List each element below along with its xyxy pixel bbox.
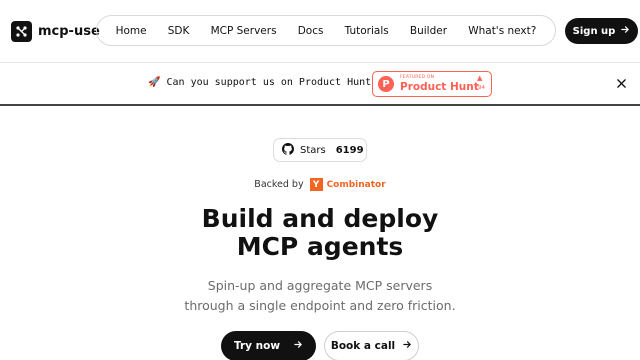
upvote-triangle-icon: ▲ <box>477 74 483 82</box>
badge-product-hunt-name: Product Hunt <box>400 80 479 93</box>
stars-count: 6199 <box>335 144 364 156</box>
arrow-right-icon <box>403 340 412 352</box>
main-nav: Home SDK MCP Servers Docs Tutorials Buil… <box>96 15 556 46</box>
stars-label: Stars <box>300 144 326 156</box>
nav-item-whats-next[interactable]: What's next? <box>468 25 536 37</box>
nav-item-mcp-servers[interactable]: MCP Servers <box>211 25 277 37</box>
hero-subtitle-line-1: Spin-up and aggregate MCP servers <box>207 278 433 293</box>
sign-up-label: Sign up <box>572 25 616 37</box>
arrow-right-icon <box>294 340 303 352</box>
hero-title-line-2: MCP agents <box>236 232 404 261</box>
upvote-count: 294 <box>474 85 486 91</box>
nav-item-home[interactable]: Home <box>116 25 147 37</box>
banner-message: 🚀 Can you support us on Product Hunt? <box>148 77 377 88</box>
product-hunt-badge[interactable]: P FEATURED ON Product Hunt ▲ 294 <box>372 71 492 97</box>
site-header: mcp-use Home SDK MCP Servers Docs Tutori… <box>0 0 640 63</box>
hero-title-line-1: Build and deploy <box>201 204 439 233</box>
backed-by-label: Backed by <box>254 179 304 190</box>
nav-item-sdk[interactable]: SDK <box>168 25 190 37</box>
product-hunt-logo-icon: P <box>378 76 394 92</box>
book-a-call-label: Book a call <box>330 340 396 352</box>
ycombinator-logo-icon: Y <box>309 178 323 191</box>
nav-item-docs[interactable]: Docs <box>298 25 324 37</box>
badge-featured-label: FEATURED ON <box>400 75 435 80</box>
nav-item-tutorials[interactable]: Tutorials <box>345 25 389 37</box>
close-icon[interactable] <box>615 77 627 89</box>
backed-by-line: Backed by Y Combinator <box>0 178 640 191</box>
brand-name: mcp-use <box>38 24 100 39</box>
product-hunt-badge-text: FEATURED ON Product Hunt <box>400 75 479 93</box>
product-hunt-banner: 🚀 Can you support us on Product Hunt? P … <box>0 63 640 106</box>
mcp-use-logo-icon <box>11 21 32 42</box>
hero-subtitle-line-2: through a single endpoint and zero frict… <box>184 298 456 313</box>
sign-up-button[interactable]: Sign up <box>565 18 638 44</box>
banner-text: Can you support us on Product Hunt? <box>166 77 378 88</box>
book-a-call-button[interactable]: Book a call <box>324 331 419 360</box>
github-stars-button[interactable]: Stars 6199 <box>273 138 367 162</box>
hero-title: Build and deploy MCP agents <box>0 205 640 261</box>
github-icon <box>282 142 294 158</box>
rocket-icon: 🚀 <box>148 77 161 88</box>
try-now-button[interactable]: Try now <box>221 331 316 360</box>
brand-logo[interactable]: mcp-use <box>11 21 100 42</box>
try-now-label: Try now <box>233 340 281 352</box>
arrow-right-icon <box>621 25 630 37</box>
ycombinator-name: Combinator <box>326 179 386 190</box>
badge-upvotes: ▲ 294 <box>475 75 486 92</box>
hero-subtitle: Spin-up and aggregate MCP servers throug… <box>0 276 640 316</box>
nav-item-builder[interactable]: Builder <box>410 25 447 37</box>
